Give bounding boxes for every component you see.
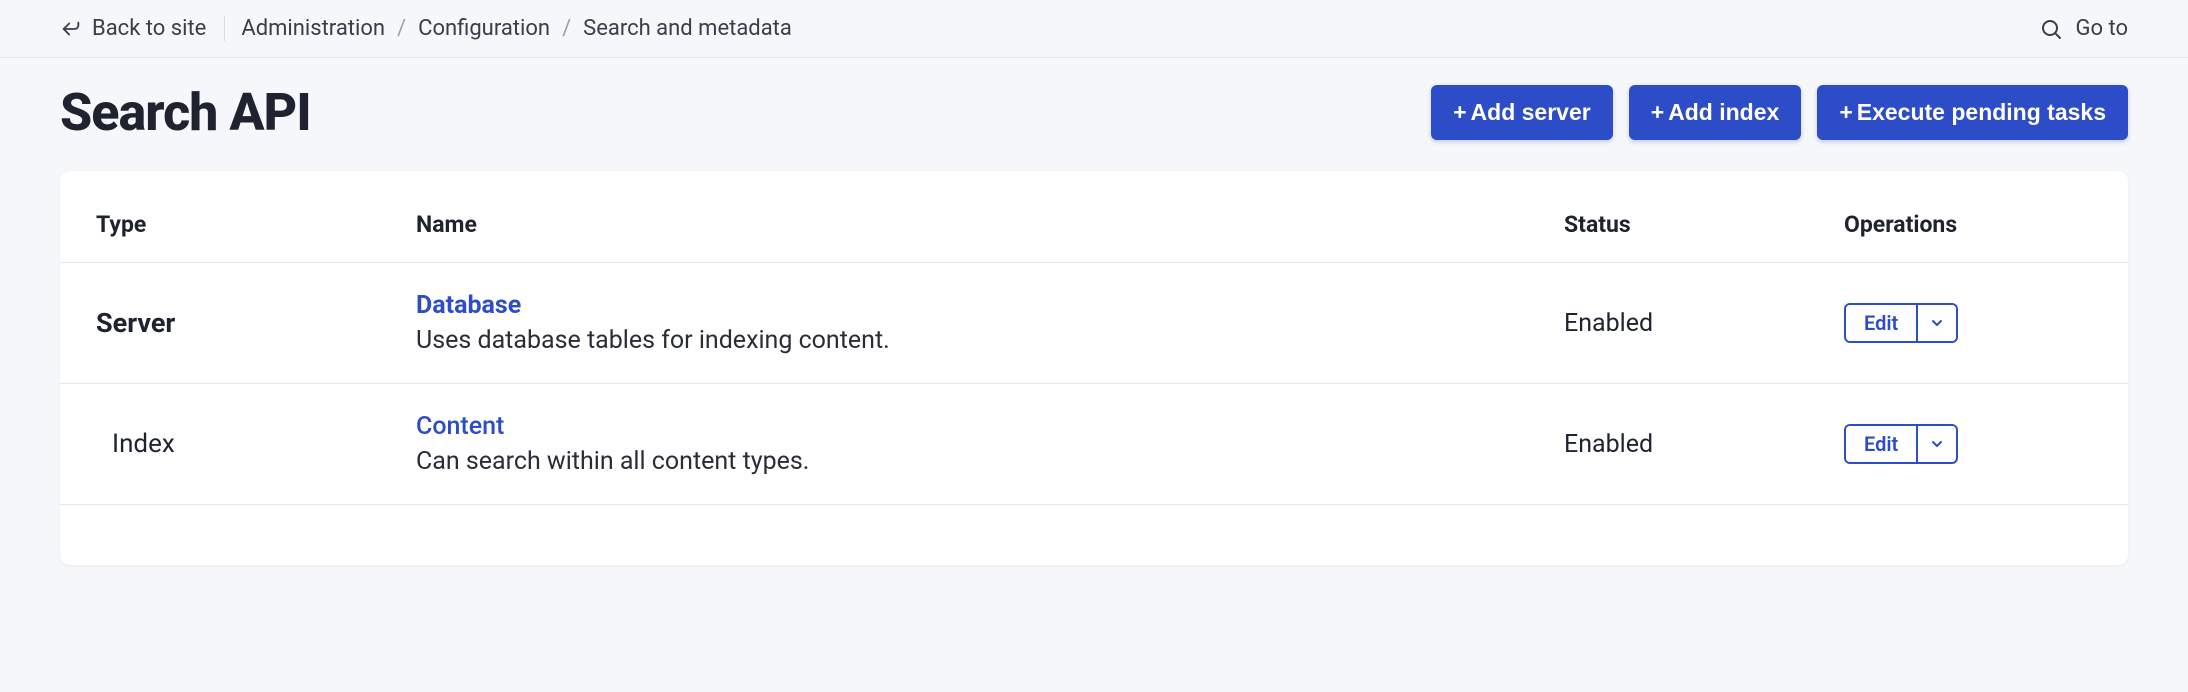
page-title: Search API <box>60 82 311 143</box>
header-row: Search API +Add server +Add index +Execu… <box>0 58 2188 171</box>
type-cell-index: Index <box>60 384 380 505</box>
server-name-link[interactable]: Database <box>416 291 1492 320</box>
go-to-label: Go to <box>2075 16 2128 41</box>
back-to-site-link[interactable]: Back to site <box>60 16 225 41</box>
search-api-table: Type Name Status Operations Server Datab… <box>60 191 2128 505</box>
col-header-status: Status <box>1528 191 1808 263</box>
header-actions: +Add server +Add index +Execute pending … <box>1431 85 2128 140</box>
search-api-card: Type Name Status Operations Server Datab… <box>60 171 2128 565</box>
index-description: Can search within all content types. <box>416 447 1492 476</box>
edit-button[interactable]: Edit <box>1846 305 1916 341</box>
execute-pending-button[interactable]: +Execute pending tasks <box>1817 85 2128 140</box>
edit-dropdown-toggle[interactable] <box>1916 426 1956 462</box>
topbar-left: Back to site Administration / Configurat… <box>60 16 792 41</box>
crumb-separator: / <box>397 16 406 41</box>
plus-icon: + <box>1839 99 1852 125</box>
name-cell: Content Can search within all content ty… <box>380 384 1528 505</box>
add-index-label: Add index <box>1668 99 1779 125</box>
add-server-button[interactable]: +Add server <box>1431 85 1613 140</box>
edit-split-button: Edit <box>1844 303 1958 343</box>
crumb-separator: / <box>562 16 571 41</box>
chevron-down-icon <box>1929 436 1945 452</box>
edit-split-button: Edit <box>1844 424 1958 464</box>
breadcrumb: Administration / Configuration / Search … <box>241 16 791 41</box>
chevron-down-icon <box>1929 315 1945 331</box>
plus-icon: + <box>1651 99 1664 125</box>
topbar: Back to site Administration / Configurat… <box>0 0 2188 58</box>
back-label: Back to site <box>92 16 206 41</box>
add-server-label: Add server <box>1471 99 1591 125</box>
col-header-type: Type <box>60 191 380 263</box>
server-description: Uses database tables for indexing conten… <box>416 326 1492 355</box>
col-header-name: Name <box>380 191 1528 263</box>
operations-cell: Edit <box>1808 263 2128 384</box>
col-header-operations: Operations <box>1808 191 2128 263</box>
index-name-link[interactable]: Content <box>416 412 1492 441</box>
table-header-row: Type Name Status Operations <box>60 191 2128 263</box>
table-row: Server Database Uses database tables for… <box>60 263 2128 384</box>
crumb-search-metadata[interactable]: Search and metadata <box>583 16 792 41</box>
status-cell: Enabled <box>1528 263 1808 384</box>
type-cell-server: Server <box>60 263 380 384</box>
name-cell: Database Uses database tables for indexi… <box>380 263 1528 384</box>
crumb-administration[interactable]: Administration <box>241 16 385 41</box>
search-icon <box>2039 17 2063 41</box>
add-index-button[interactable]: +Add index <box>1629 85 1802 140</box>
plus-icon: + <box>1453 99 1466 125</box>
table-row: Index Content Can search within all cont… <box>60 384 2128 505</box>
go-to-search[interactable]: Go to <box>2039 16 2128 41</box>
back-arrow-icon <box>60 18 82 40</box>
operations-cell: Edit <box>1808 384 2128 505</box>
execute-pending-label: Execute pending tasks <box>1857 99 2106 125</box>
crumb-configuration[interactable]: Configuration <box>418 16 550 41</box>
status-cell: Enabled <box>1528 384 1808 505</box>
edit-button[interactable]: Edit <box>1846 426 1916 462</box>
edit-dropdown-toggle[interactable] <box>1916 305 1956 341</box>
